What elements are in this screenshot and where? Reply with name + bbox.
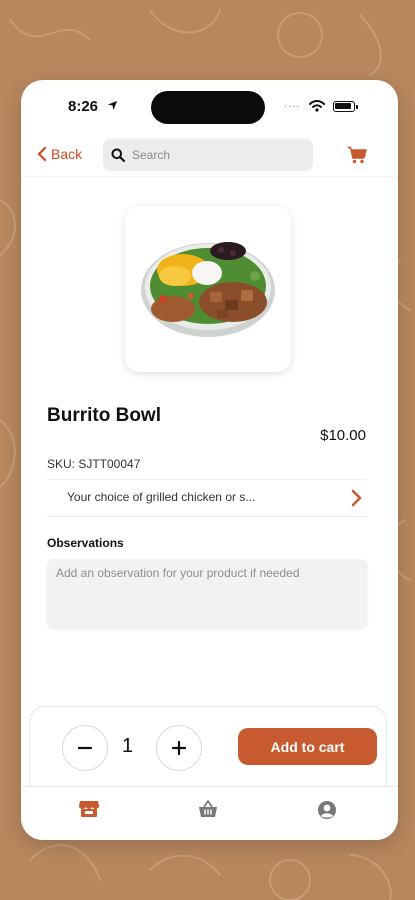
product-name: Burrito Bowl — [47, 405, 161, 426]
observation-field[interactable] — [47, 559, 367, 627]
cart-controls-panel: 1 Add to cart — [29, 706, 387, 796]
profile-icon[interactable] — [317, 800, 337, 820]
search-bar[interactable] — [103, 139, 313, 171]
increase-quantity-button[interactable] — [156, 725, 202, 771]
plus-icon — [172, 741, 186, 755]
dynamic-island — [151, 91, 265, 124]
description-preview: Your choice of grilled chicken or s... — [67, 490, 256, 504]
status-time: 8:26 — [68, 98, 99, 115]
product-image-card — [125, 206, 291, 372]
description-row[interactable]: Your choice of grilled chicken or s... — [47, 479, 367, 517]
search-icon — [111, 148, 125, 162]
app-screen: 8:26 .... Back Search Burrito Bowl $10.0… — [21, 80, 398, 840]
product-price: $10.00 — [320, 427, 366, 444]
decrease-quantity-button[interactable] — [62, 725, 108, 771]
chevron-right-icon — [351, 489, 362, 507]
store-icon[interactable] — [79, 800, 99, 818]
minus-icon — [78, 746, 92, 750]
back-button[interactable]: Back — [37, 146, 82, 162]
status-bar: 8:26 .... — [21, 80, 398, 132]
add-to-cart-button[interactable]: Add to cart — [238, 728, 377, 765]
basket-icon[interactable] — [198, 800, 218, 818]
battery-icon — [333, 101, 358, 112]
tab-bar — [21, 786, 398, 840]
quantity-value: 1 — [122, 735, 134, 757]
cart-icon[interactable] — [347, 146, 367, 164]
chevron-left-icon — [37, 147, 47, 161]
wifi-icon — [309, 100, 325, 112]
observations-label: Observations — [47, 536, 124, 550]
signal-dots: .... — [284, 98, 301, 110]
back-label: Back — [51, 146, 83, 162]
product-sku: SKU: SJTT00047 — [47, 457, 141, 471]
search-input[interactable] — [132, 148, 292, 162]
top-nav: Back — [21, 138, 398, 174]
location-arrow-icon — [107, 100, 118, 111]
burrito-bowl-photo — [141, 242, 275, 337]
nav-divider — [21, 176, 398, 177]
